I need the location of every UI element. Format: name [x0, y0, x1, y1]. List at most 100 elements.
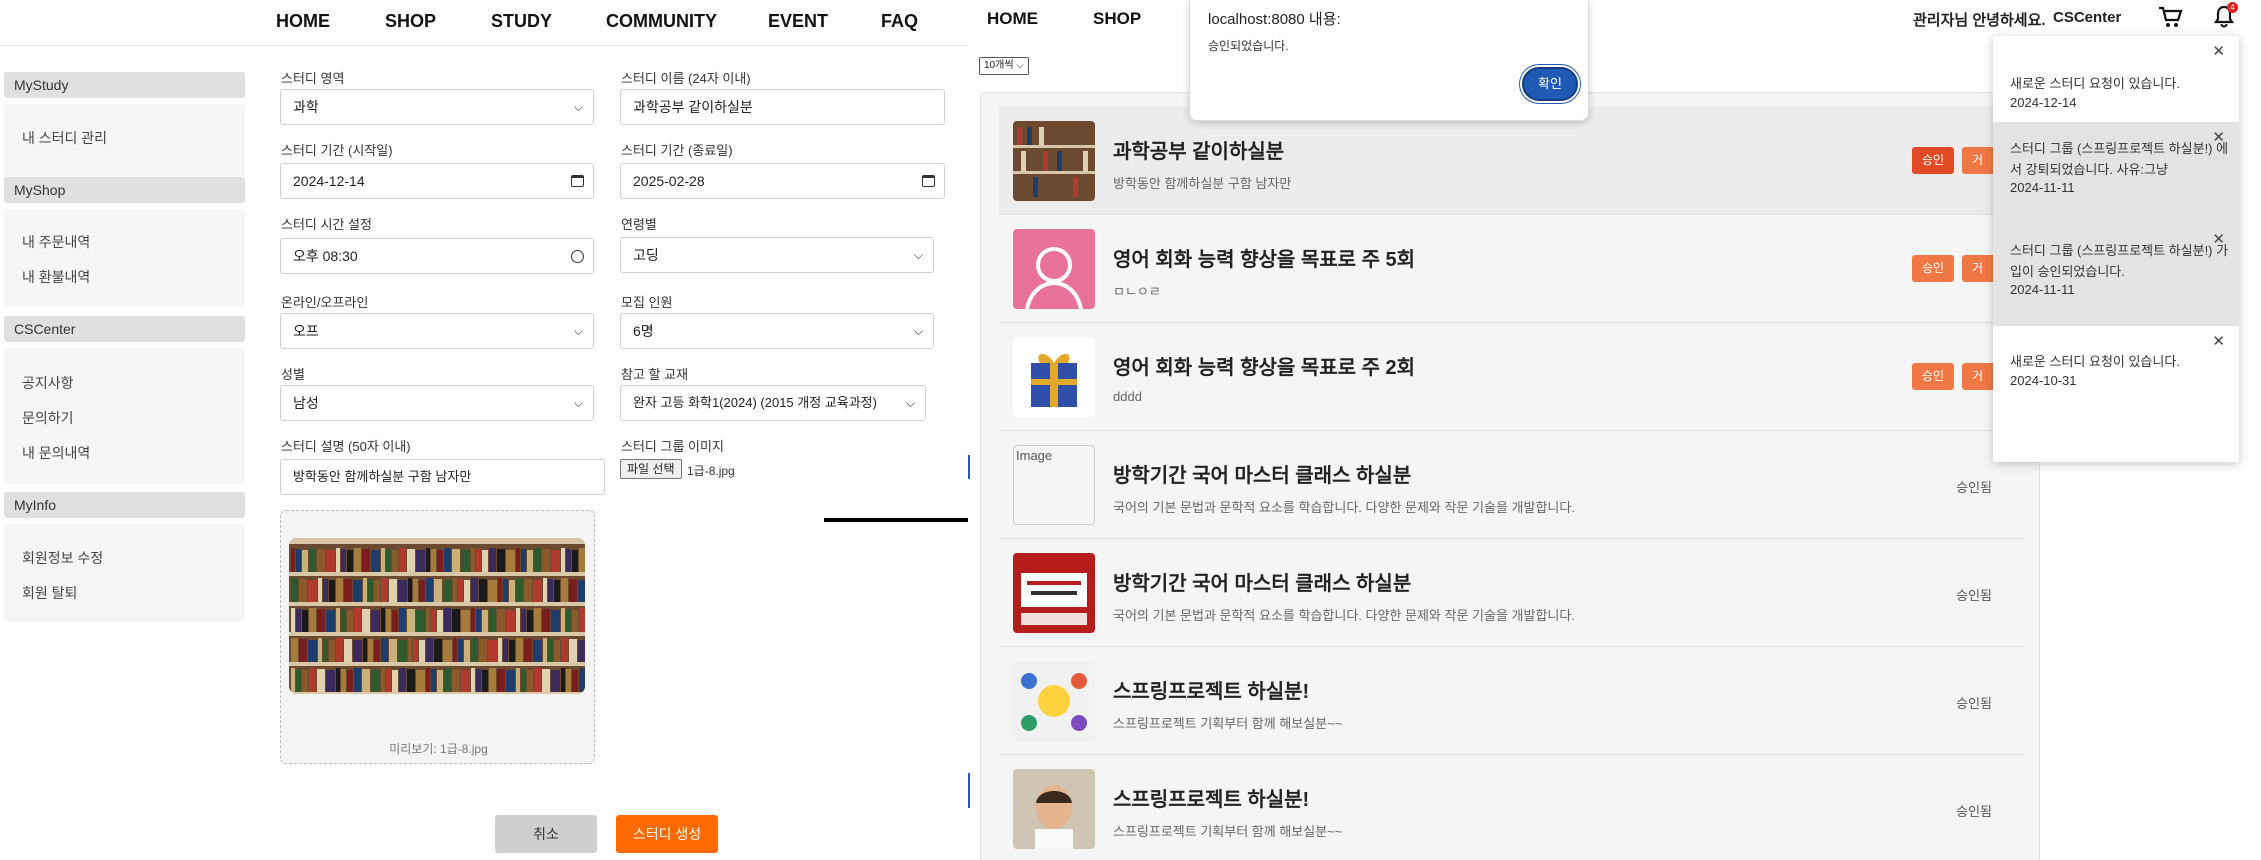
study-request-row[interactable]: 영어 회화 능력 향상을 목표로 주 2회dddd승인거절: [999, 323, 2024, 431]
nav-study[interactable]: STUDY: [491, 11, 552, 32]
start-date-input[interactable]: 2024-12-14: [280, 163, 594, 199]
age-select[interactable]: 고딩 ⌵: [620, 237, 934, 273]
study-thumbnail: [1013, 337, 1095, 417]
study-title[interactable]: 영어 회화 능력 향상을 목표로 주 2회: [1113, 351, 1415, 380]
time-input[interactable]: 오후 08:30: [280, 238, 594, 274]
sidebar-item-edit-profile[interactable]: 회원정보 수정: [22, 548, 103, 568]
end-date-value: 2025-02-28: [633, 173, 705, 189]
cart-icon[interactable]: [2157, 5, 2183, 29]
create-study-button[interactable]: 스터디 생성: [616, 815, 718, 853]
time-label: 스터디 시간 설정: [281, 217, 372, 232]
sidebar-section-cscenter: CSCenter: [4, 316, 245, 342]
textbook-value: 완자 고등 화학1(2024) (2015 개정 교육과정): [633, 395, 877, 410]
area-label: 스터디 영역: [281, 71, 345, 86]
start-date-value: 2024-12-14: [293, 173, 365, 189]
close-icon[interactable]: ✕: [2212, 332, 2225, 350]
nav-shop[interactable]: SHOP: [385, 11, 436, 32]
study-description: 국어의 기본 문법과 문학적 요소를 학습합니다. 다양한 문제와 작문 기술을…: [1113, 500, 1575, 515]
study-request-list: 과학공부 같이하실분방학동안 함께하실분 구함 남자만승인거절영어 회화 능력 …: [980, 92, 2040, 860]
sidebar-box-myinfo: [4, 524, 245, 622]
study-thumbnail: [1013, 229, 1095, 309]
sidebar-item-orders[interactable]: 내 주문내역: [22, 232, 90, 252]
sidebar-item-my-study[interactable]: 내 스터디 관리: [22, 128, 107, 148]
sidebar-item-withdraw[interactable]: 회원 탈퇴: [22, 583, 77, 603]
sidebar-item-refunds[interactable]: 내 환불내역: [22, 267, 90, 287]
nav-community[interactable]: COMMUNITY: [606, 11, 717, 32]
sidebar-item-notice[interactable]: 공지사항: [22, 373, 74, 393]
capacity-select[interactable]: 6명 ⌵: [620, 313, 934, 349]
dialog-ok-button[interactable]: 확인: [1522, 67, 1578, 101]
study-request-row[interactable]: 방학기간 국어 마스터 클래스 하실분 국어의 기본 문법과 문학적 요소를 학습…: [999, 539, 2024, 647]
chevron-down-icon: ⌵: [573, 324, 583, 338]
chevron-down-icon: ⌵: [905, 396, 915, 410]
dialog-message: 승인되었습니다.: [1208, 39, 1289, 53]
nav-faq[interactable]: FAQ: [881, 11, 918, 32]
area-select[interactable]: 과학 ⌵: [280, 89, 594, 125]
notification-date: 2024-11-11: [2010, 282, 2075, 297]
nav-event[interactable]: EVENT: [768, 11, 828, 32]
end-date-input[interactable]: 2025-02-28: [620, 163, 945, 199]
notification-item[interactable]: ✕ 스터디 그룹 (스프링프로젝트 하실분!) 에서 강퇴되었습니다. 사유:그…: [1993, 122, 2239, 224]
area-value: 과학: [293, 99, 319, 115]
status-approved: 승인됨: [1956, 804, 1992, 819]
study-title[interactable]: 방학기간 국어 마스터 클래스 하실분: [1113, 567, 1411, 596]
nav-shop[interactable]: SHOP: [1093, 9, 1141, 29]
broken-image-alt: Image: [1016, 448, 1053, 463]
header-cscenter-link[interactable]: CSCenter: [2053, 9, 2121, 26]
study-title[interactable]: 과학공부 같이하실분: [1113, 135, 1284, 164]
study-request-row[interactable]: 스프링프로젝트 하실분! 스프링프로젝트 기획부터 함께 해보실분~~ 승인됨: [999, 647, 2024, 755]
notification-item[interactable]: ✕ 새로운 스터디 요청이 있습니다. 2024-10-31: [1993, 326, 2239, 462]
name-value: 과학공부 같이하실분: [633, 99, 753, 115]
mode-select[interactable]: 오프 ⌵: [280, 313, 594, 349]
approve-button[interactable]: 승인: [1912, 363, 1955, 390]
study-title[interactable]: 방학기간 국어 마스터 클래스 하실분: [1113, 459, 1411, 488]
study-title[interactable]: 스프링프로젝트 하실분!: [1113, 675, 1309, 704]
study-description: ㅁㄴㅇㄹ: [1113, 284, 1161, 299]
study-description: 방학동안 함께하실분 구함 남자만: [1113, 176, 1292, 191]
study-title[interactable]: 영어 회화 능력 향상을 목표로 주 5회: [1113, 243, 1415, 272]
study-request-row[interactable]: 과학공부 같이하실분방학동안 함께하실분 구함 남자만승인거절: [999, 107, 2024, 215]
capacity-value: 6명: [633, 323, 654, 339]
calendar-icon[interactable]: [922, 175, 935, 187]
approve-button[interactable]: 승인: [1912, 147, 1955, 174]
sidebar-item-my-inquiries[interactable]: 내 문의내역: [22, 443, 90, 463]
mode-value: 오프: [293, 323, 319, 339]
nav-home[interactable]: HOME: [987, 9, 1038, 29]
calendar-icon[interactable]: [571, 175, 584, 187]
chevron-down-icon: ⌵: [573, 100, 583, 114]
library-bookshelf-image: [289, 538, 585, 694]
preview-caption: 미리보기: 1급-8.jpg: [389, 742, 488, 756]
file-select-button[interactable]: 파일 선택: [620, 459, 682, 479]
textbook-select[interactable]: 완자 고등 화학1(2024) (2015 개정 교육과정) ⌵: [620, 385, 926, 421]
cancel-button[interactable]: 취소: [495, 815, 597, 853]
notification-item[interactable]: ✕ 스터디 그룹 (스프링프로젝트 하실분!) 가입이 승인되었습니다. 202…: [1993, 224, 2239, 326]
study-title[interactable]: 스프링프로젝트 하실분!: [1113, 783, 1309, 812]
nav-home[interactable]: HOME: [276, 11, 330, 32]
name-input[interactable]: 과학공부 같이하실분: [620, 89, 945, 125]
desc-label: 스터디 설명 (50자 이내): [281, 439, 411, 454]
notification-date: 2024-10-31: [2010, 373, 2077, 388]
page-size-select[interactable]: 10개씩 ⌵: [979, 57, 1029, 75]
desc-input[interactable]: 방학동안 함께하실분 구함 남자만: [280, 459, 605, 495]
sidebar-item-inquiry[interactable]: 문의하기: [22, 408, 74, 428]
approve-button[interactable]: 승인: [1912, 255, 1955, 282]
scroll-indicator: [968, 773, 970, 808]
notification-item[interactable]: ✕ 새로운 스터디 요청이 있습니다. 2024-12-14: [1993, 36, 2239, 122]
study-description: 스프링프로젝트 기획부터 함께 해보실분~~: [1113, 716, 1343, 731]
image-preview: 미리보기: 1급-8.jpg: [280, 510, 595, 764]
capacity-label: 모집 인원: [621, 295, 673, 310]
gender-value: 남성: [293, 395, 319, 411]
study-request-row[interactable]: 영어 회화 능력 향상을 목표로 주 5회ㅁㄴㅇㄹ승인거절: [999, 215, 2024, 323]
gender-select[interactable]: 남성 ⌵: [280, 385, 594, 421]
close-icon[interactable]: ✕: [2212, 42, 2225, 60]
page-size-value: 10개씩: [984, 60, 1014, 71]
study-request-row[interactable]: 스프링프로젝트 하실분! 스프링프로젝트 기획부터 함께 해보실분~~ 승인됨: [999, 755, 2024, 860]
sidebar-section-myshop: MyShop: [4, 177, 245, 203]
clock-icon[interactable]: [571, 250, 584, 263]
textbook-label: 참고 할 교재: [621, 367, 689, 382]
study-thumbnail: [1013, 553, 1095, 633]
sidebar-box-myshop: [4, 209, 245, 307]
study-request-row[interactable]: Image 방학기간 국어 마스터 클래스 하실분국어의 기본 문법과 문학적 요…: [999, 431, 2024, 539]
start-date-label: 스터디 기간 (시작일): [281, 143, 393, 158]
file-name: 1급-8.jpg: [687, 464, 735, 478]
